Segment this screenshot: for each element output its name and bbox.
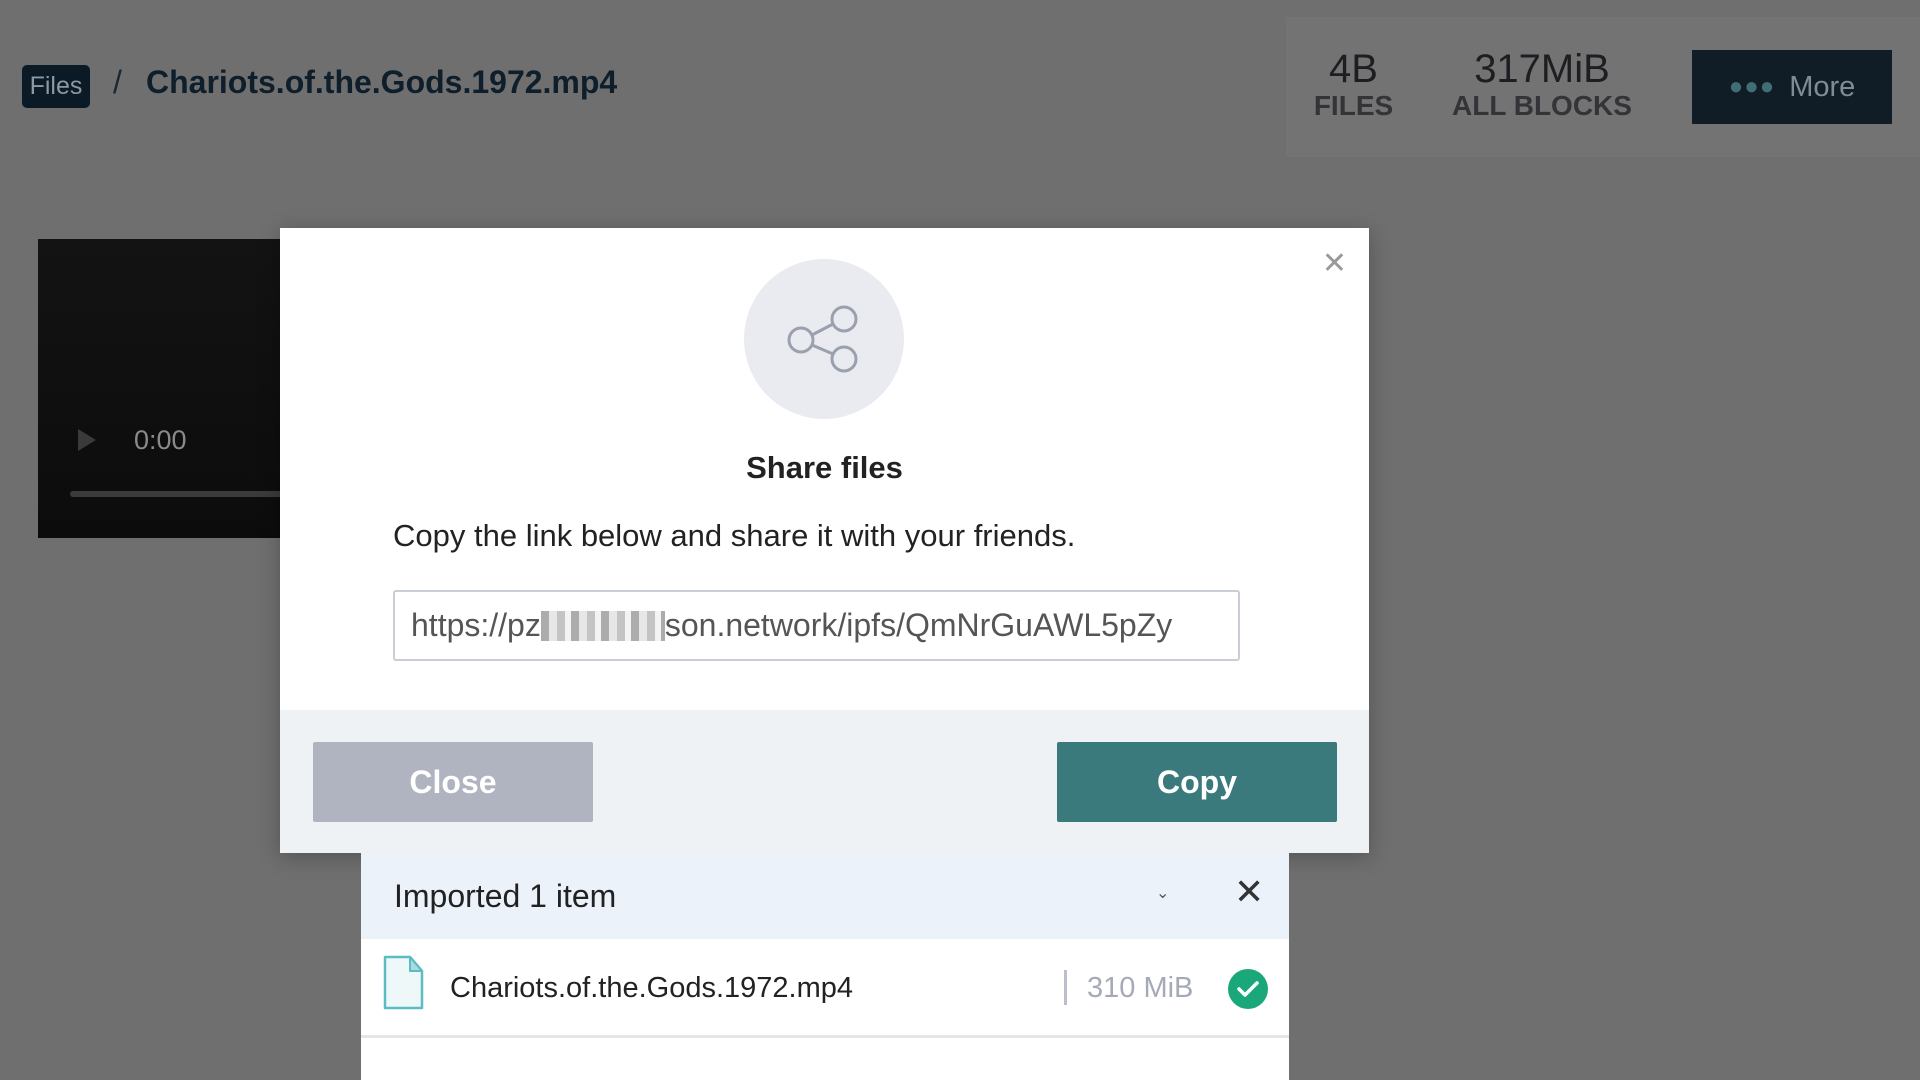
share-icon <box>744 259 904 419</box>
more-button[interactable]: ●●● More <box>1692 50 1892 124</box>
close-icon[interactable]: ✕ <box>1234 871 1264 913</box>
check-icon <box>1228 969 1268 1009</box>
share-link-field[interactable]: https://pz son.network/ipfs/QmNrGuAWL5pZ… <box>393 590 1240 661</box>
play-icon[interactable] <box>78 429 96 451</box>
video-progress-bar[interactable] <box>70 491 310 497</box>
import-panel-header: Imported 1 item ⌄ ✕ <box>361 853 1289 939</box>
stat-value: 4B <box>1329 47 1378 91</box>
stat-label: ALL BLOCKS <box>1452 90 1632 121</box>
close-button[interactable]: Close <box>313 742 593 822</box>
import-panel: Imported 1 item ⌄ ✕ Chariots.of.the.Gods… <box>361 853 1289 1080</box>
stat-label: FILES <box>1313 90 1394 121</box>
dots-icon: ●●● <box>1728 73 1776 100</box>
modal-footer: Close Copy <box>280 710 1369 853</box>
stat-files: 4B FILES <box>1306 47 1401 121</box>
link-prefix: https://pz <box>411 607 541 643</box>
file-name: Chariots.of.the.Gods.1972.mp4 <box>450 972 854 1004</box>
breadcrumb-separator: / <box>113 64 122 100</box>
file-icon <box>383 955 424 1010</box>
share-modal: ✕ Share files Copy the link below and sh… <box>280 228 1369 853</box>
modal-description: Copy the link below and share it with yo… <box>393 518 1076 553</box>
breadcrumb-files-link[interactable]: Files <box>22 65 90 108</box>
page-title: Chariots.of.the.Gods.1972.mp4 <box>146 64 618 100</box>
copy-button[interactable]: Copy <box>1057 742 1337 822</box>
import-title: Imported 1 item <box>394 877 617 914</box>
modal-title: Share files <box>746 450 903 485</box>
file-size: 310 MiB <box>1087 972 1194 1004</box>
video-player[interactable]: 0:00 <box>38 239 310 538</box>
list-item: Chariots.of.the.Gods.1972.mp4 310 MiB <box>361 939 1289 1038</box>
video-time: 0:00 <box>134 425 187 455</box>
stat-value: 317MiB <box>1474 47 1610 91</box>
close-icon[interactable]: ✕ <box>1322 246 1347 281</box>
divider <box>1064 970 1067 1005</box>
link-suffix: son.network/ipfs/QmNrGuAWL5pZy <box>664 607 1173 643</box>
chevron-down-icon[interactable]: ⌄ <box>1156 883 1169 903</box>
more-label: More <box>1789 70 1856 103</box>
stat-blocks: 317MiB ALL BLOCKS <box>1446 47 1638 121</box>
redacted-segment <box>540 610 665 641</box>
